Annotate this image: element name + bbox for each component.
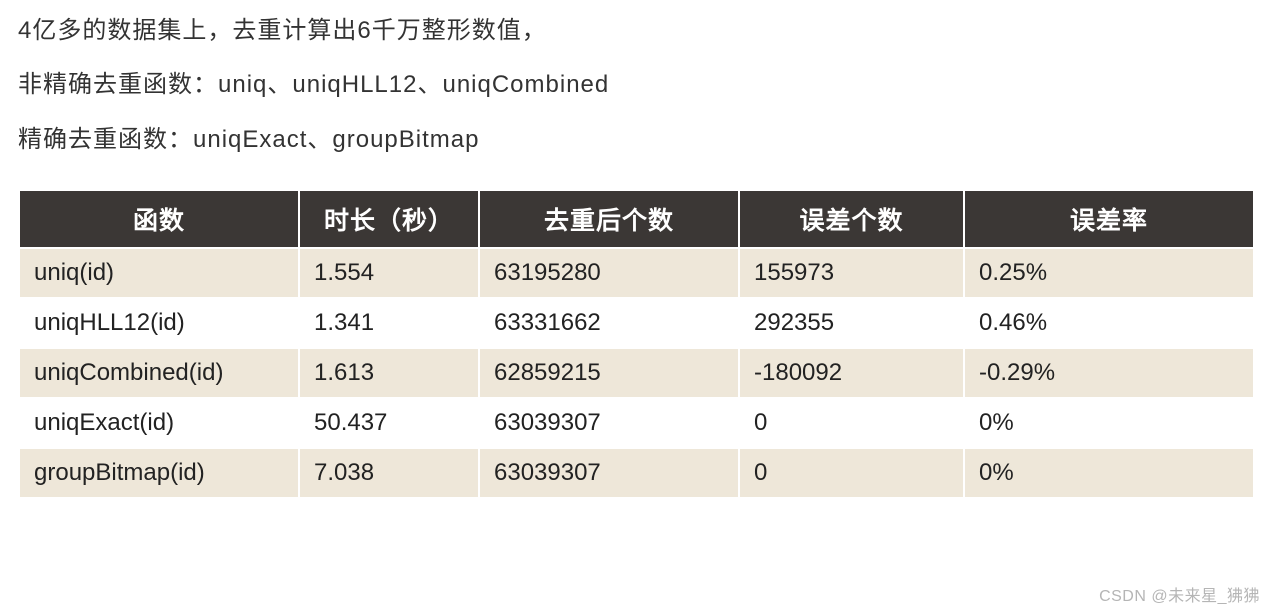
cell-duration: 1.341 — [299, 298, 479, 348]
intro-line-2: 非精确去重函数：uniq、uniqHLL12、uniqCombined — [18, 66, 1262, 104]
cell-error-count: 155973 — [739, 248, 964, 298]
watermark: CSDN @未来星_狒狒 — [1099, 582, 1260, 606]
cell-func: uniqCombined(id) — [19, 348, 299, 398]
th-func: 函数 — [19, 190, 299, 248]
cell-func: uniq(id) — [19, 248, 299, 298]
cell-duration: 50.437 — [299, 398, 479, 448]
table-row: uniqHLL12(id) 1.341 63331662 292355 0.46… — [19, 298, 1254, 348]
cell-error-rate: 0% — [964, 448, 1254, 498]
cell-error-rate: 0.25% — [964, 248, 1254, 298]
cell-error-rate: -0.29% — [964, 348, 1254, 398]
table-row: groupBitmap(id) 7.038 63039307 0 0% — [19, 448, 1254, 498]
th-error-count: 误差个数 — [739, 190, 964, 248]
cell-duration: 1.554 — [299, 248, 479, 298]
cell-distinct: 63039307 — [479, 448, 739, 498]
th-distinct: 去重后个数 — [479, 190, 739, 248]
cell-distinct: 63331662 — [479, 298, 739, 348]
cell-error-count: 292355 — [739, 298, 964, 348]
document-body: 4亿多的数据集上，去重计算出6千万整形数值， 非精确去重函数：uniq、uniq… — [0, 0, 1280, 511]
cell-duration: 7.038 — [299, 448, 479, 498]
cell-error-rate: 0% — [964, 398, 1254, 448]
cell-error-count: -180092 — [739, 348, 964, 398]
cell-func: uniqHLL12(id) — [19, 298, 299, 348]
th-duration: 时长（秒） — [299, 190, 479, 248]
table-row: uniqCombined(id) 1.613 62859215 -180092 … — [19, 348, 1254, 398]
cell-error-count: 0 — [739, 398, 964, 448]
table-header-row: 函数 时长（秒） 去重后个数 误差个数 误差率 — [19, 190, 1254, 248]
cell-func: groupBitmap(id) — [19, 448, 299, 498]
cell-error-rate: 0.46% — [964, 298, 1254, 348]
cell-distinct: 63195280 — [479, 248, 739, 298]
cell-distinct: 62859215 — [479, 348, 739, 398]
cell-distinct: 63039307 — [479, 398, 739, 448]
th-error-rate: 误差率 — [964, 190, 1254, 248]
table-row: uniq(id) 1.554 63195280 155973 0.25% — [19, 248, 1254, 298]
intro-line-3: 精确去重函数：uniqExact、groupBitmap — [18, 121, 1262, 159]
table-row: uniqExact(id) 50.437 63039307 0 0% — [19, 398, 1254, 448]
cell-func: uniqExact(id) — [19, 398, 299, 448]
intro-line-1: 4亿多的数据集上，去重计算出6千万整形数值， — [18, 12, 1262, 50]
benchmark-table: 函数 时长（秒） 去重后个数 误差个数 误差率 uniq(id) 1.554 6… — [18, 189, 1255, 499]
cell-error-count: 0 — [739, 448, 964, 498]
cell-duration: 1.613 — [299, 348, 479, 398]
